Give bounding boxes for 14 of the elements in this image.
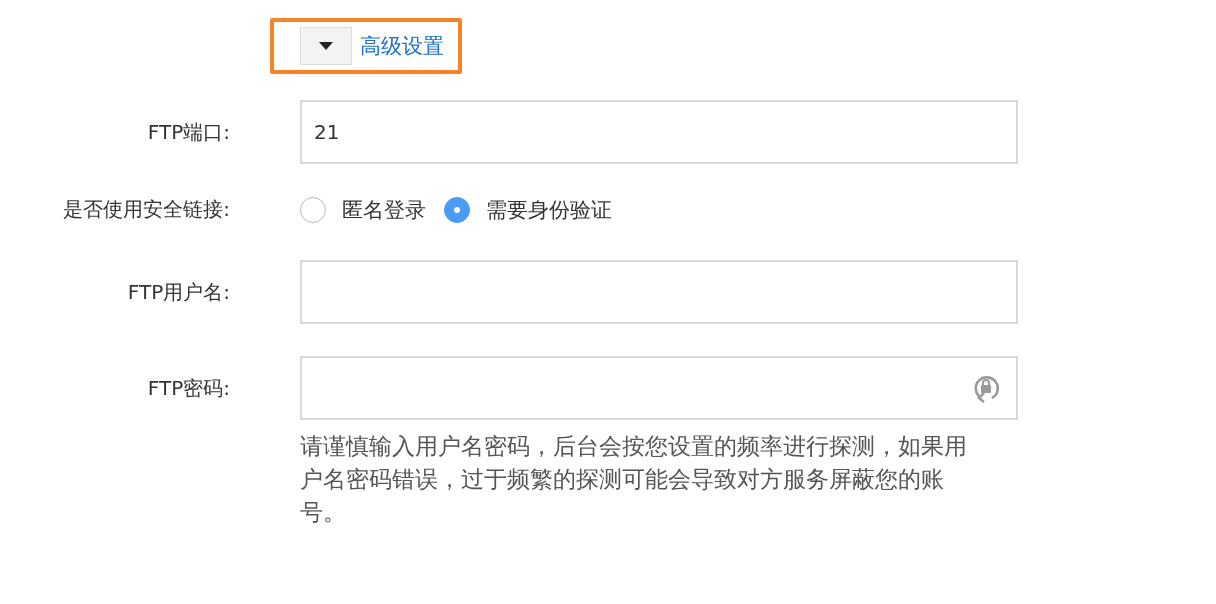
field-label: FTP端口: [146, 119, 230, 146]
advanced-settings-link[interactable]: 高级设置 [360, 32, 444, 60]
caret-icon [319, 42, 333, 50]
password-field[interactable] [300, 356, 1018, 420]
field-label: 是否使用安全链接: [62, 196, 230, 222]
expand-button[interactable] [300, 27, 352, 65]
field-label: FTP密码: [146, 375, 230, 402]
help-text: 请谨慎输入用户名密码，后台会按您设置的频率进行探测，如果用户名密码错误，过于频繁的探测可能会导致对方服务屏蔽您的账号。 [300, 432, 968, 527]
radio-label[interactable]: 匿名登录 [342, 196, 426, 224]
field-label: FTP用户名: [126, 279, 230, 306]
radio-label[interactable]: 需要身份验证 [486, 196, 612, 224]
input-field[interactable] [300, 260, 1018, 324]
input-field[interactable]: 21 [300, 100, 1018, 164]
radio-button[interactable] [444, 197, 470, 223]
